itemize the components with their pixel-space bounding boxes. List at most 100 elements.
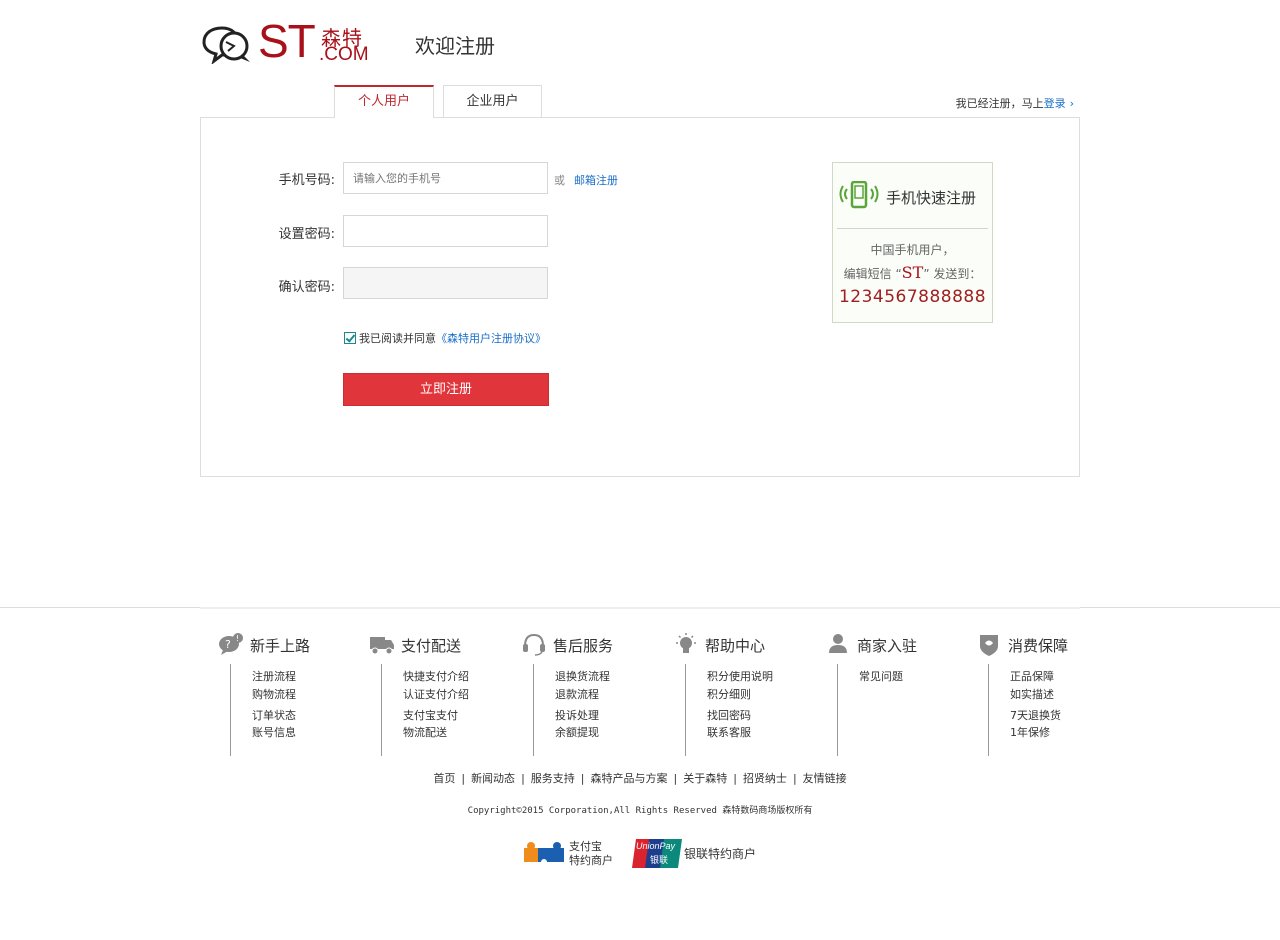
confirm-password-label: 确认密码: [278,280,335,295]
sms-number: 1234567888888 [838,287,987,307]
footer-col-aftersale: 售后服务 退换货流程 退款流程 投诉处理 余额提现 [521,630,671,760]
person-icon [829,634,847,653]
footer-col-title: 商家入驻 [857,637,918,655]
footer-divider-inner [200,607,1080,609]
footer-link[interactable]: 购物流程 [252,686,296,702]
alipay-line2: 特约商户 [569,854,613,867]
unionpay-logo-text: UnionPay [636,841,676,851]
bottom-link-news[interactable]: 新闻动态 [471,772,515,785]
footer-col-title: 支付配送 [401,637,462,655]
sms-quick-register-box: 手机快速注册 中国手机用户， 编辑短信 “ST” 发送到： 1234567888… [832,162,993,323]
footer-link[interactable]: 账号信息 [252,724,296,740]
confirm-password-input[interactable] [343,267,548,299]
svg-text:!: ! [236,634,239,643]
page-title: 欢迎注册 [415,34,495,58]
svg-text:?: ? [225,638,231,651]
sms-code: ST [901,263,924,282]
footer-link[interactable]: 1年保修 [1010,724,1050,740]
unionpay-logo-cn: 银联 [650,856,669,866]
footer-link[interactable]: 积分使用说明 [707,668,773,684]
login-link[interactable]: 登录 [1044,97,1066,110]
separator: | [521,772,525,785]
page-header: ST 森特 .COM 欢迎注册 [200,15,1080,70]
truck-icon [370,637,394,655]
footer-col-beginner: ? ! 新手上路 注册流程 购物流程 订单状态 账号信息 [218,630,368,760]
tab-personal-user[interactable]: 个人用户 [334,85,434,118]
col-bar [381,664,382,756]
sms-suffix: ” 发送到： [923,267,982,281]
agree-checkbox[interactable] [344,332,356,344]
footer-link[interactable]: 7天退换货 [1010,707,1061,723]
footer-link[interactable]: 注册流程 [252,668,296,684]
password-input[interactable] [343,215,548,247]
separator: | [673,772,678,785]
separator: | [733,772,737,785]
footer-link[interactable]: 如实描述 [1010,686,1054,702]
separator: | [580,772,585,785]
bottom-link-support[interactable]: 服务支持 [531,772,575,785]
separator: | [461,772,466,785]
site-logo[interactable]: ST 森特 .COM [200,15,380,68]
separator: | [792,772,797,785]
quick-register-line1: 中国手机用户， [870,243,955,257]
bottom-link-home[interactable]: 首页 [433,772,455,785]
alipay-merchant-badge: 支付宝 特约商户 [522,838,622,870]
question-chat-icon: ? ! [219,633,243,655]
quick-register-heading: 手机快速注册 [886,189,977,207]
sms-prefix: 编辑短信 “ [843,267,902,281]
logo-letters: ST [258,15,316,67]
alipay-line1: 支付宝 [569,840,602,853]
footer-link[interactable]: 余额提现 [555,724,599,740]
col-bar [685,664,686,756]
footer-link[interactable]: 常见问题 [859,668,903,684]
footer-col-payment: 支付配送 快捷支付介绍 认证支付介绍 支付宝支付 物流配送 [369,630,519,760]
bottom-nav: 首页 | 新闻动态 | 服务支持 | 森特产品与方案 | 关于森特 | 招贤纳士 | 友情链接 [0,770,1280,786]
bottom-link-products[interactable]: 森特产品与方案 [591,772,668,785]
footer-link[interactable]: 投诉处理 [555,707,599,723]
footer-link[interactable]: 联系客服 [707,724,751,740]
footer-link[interactable]: 物流配送 [403,724,447,740]
footer-link[interactable]: 认证支付介绍 [403,686,469,702]
puzzle-icon [524,842,564,865]
agree-text: 我已阅读并同意 [359,332,436,345]
footer-link[interactable]: 退款流程 [555,686,599,702]
shield-icon [980,635,998,656]
unionpay-text: 银联特约商户 [684,847,757,861]
phone-input[interactable] [343,162,548,194]
or-text: 或 [554,174,565,187]
register-button[interactable]: 立即注册 [343,373,549,406]
col-bar [988,664,989,756]
bottom-link-about[interactable]: 关于森特 [683,772,727,785]
registration-form: 手机号码: 或 邮箱注册 设置密码: 确认密码: 我已阅读并同意《森特用户注册协… [200,117,1080,477]
footer-col-help: 帮助中心 积分使用说明 积分细则 找回密码 联系客服 [673,630,823,760]
footer-link[interactable]: 订单状态 [252,707,296,723]
footer-col-merchant: 商家入驻 常见问题 [825,630,975,760]
logo-domain: .COM [319,44,369,65]
footer-col-guarantee: 消费保障 正品保障 如实描述 7天退换货 1年保修 [976,630,1126,760]
footer-link[interactable]: 正品保障 [1010,668,1054,684]
footer-col-title: 消费保障 [1008,637,1069,655]
bottom-link-friends[interactable]: 友情链接 [803,772,847,785]
chevron-right-icon: › [1069,97,1074,110]
footer-col-title: 帮助中心 [705,637,766,655]
agreement-link[interactable]: 《森特用户注册协议》 [436,330,546,346]
bottom-link-careers[interactable]: 招贤纳士 [743,772,787,785]
quick-register-line2: 编辑短信 “ST” 发送到： [833,263,992,282]
footer-link[interactable]: 退换货流程 [555,668,610,684]
phone-label: 手机号码: [278,173,335,188]
footer-link[interactable]: 支付宝支付 [403,707,458,723]
phone-signal-icon [839,181,879,209]
agreement-row: 我已阅读并同意 《森特用户注册协议》 [344,330,546,346]
col-bar [533,664,534,756]
footer-link[interactable]: 找回密码 [707,707,751,723]
tab-enterprise-user[interactable]: 企业用户 [443,85,542,118]
login-hint-text: 我已经注册，马上 [955,97,1044,110]
email-register-link[interactable]: 邮箱注册 [574,172,618,188]
headset-icon [523,633,545,656]
col-bar [837,664,838,756]
quick-register-title: 手机快速注册 [833,181,992,211]
footer-link[interactable]: 积分细则 [707,686,751,702]
login-hint: 我已经注册，马上登录 › [956,95,1074,111]
footer-link[interactable]: 快捷支付介绍 [403,668,469,684]
divider [837,228,988,229]
